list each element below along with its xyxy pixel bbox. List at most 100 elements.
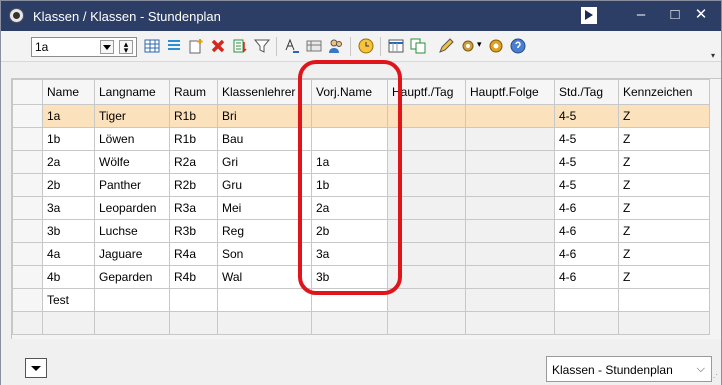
row-indicator[interactable] (12, 219, 43, 243)
copy-icon[interactable] (410, 38, 426, 54)
column-header-std-tag[interactable]: Std./Tag (554, 79, 619, 105)
table-row[interactable]: 1b Löwen R1b Bau 4-5 Z (12, 127, 710, 151)
row-indicator[interactable] (12, 288, 43, 312)
cell-langname[interactable] (94, 288, 170, 312)
row-indicator[interactable] (12, 104, 43, 128)
cell-kennzeichen[interactable]: Z (618, 150, 710, 174)
text-format-icon[interactable] (284, 38, 300, 54)
cell-langname[interactable]: Luchse (94, 219, 170, 243)
cell-hauptf-folge[interactable] (465, 104, 555, 128)
filter-icon[interactable] (254, 38, 270, 54)
cell-raum[interactable] (169, 288, 218, 312)
options-dropdown-button[interactable] (25, 358, 47, 378)
table-row[interactable]: 3b Luchse R3b Reg 2b 4-6 Z (12, 219, 710, 243)
cell-std-tag[interactable]: 4-5 (554, 173, 619, 197)
cell-langname[interactable]: Leoparden (94, 196, 170, 220)
cell-std-tag[interactable]: 4-5 (554, 104, 619, 128)
cell-langname[interactable]: Löwen (94, 127, 170, 151)
cell-hauptf-tag[interactable] (387, 104, 466, 128)
cell-raum[interactable]: R3a (169, 196, 218, 220)
cell-raum[interactable]: R2b (169, 173, 218, 197)
cell-hauptf-folge[interactable] (465, 265, 555, 289)
table-settings-icon[interactable] (306, 38, 322, 54)
cell-kennzeichen[interactable] (618, 288, 710, 312)
column-header-kennzeichen[interactable]: Kennzeichen (618, 79, 710, 105)
sort-icon[interactable] (232, 38, 248, 54)
cell-hauptf-tag[interactable] (387, 219, 466, 243)
cell-name[interactable]: Test (42, 288, 95, 312)
class-selector[interactable]: 1a ▴ ▾ (31, 37, 137, 57)
cell-raum[interactable]: R4b (169, 265, 218, 289)
stepper-icon[interactable]: ▴ ▾ (119, 40, 133, 55)
table-row[interactable]: 3a Leoparden R3a Mei 2a 4-6 Z (12, 196, 710, 220)
cell-name[interactable]: 2a (42, 150, 95, 174)
cell-hauptf-folge[interactable] (465, 242, 555, 266)
table-row[interactable]: 2b Panther R2b Gru 1b 4-5 Z (12, 173, 710, 197)
cell-name[interactable]: 1b (42, 127, 95, 151)
cell-klassenlehrer[interactable]: Bri (217, 104, 312, 128)
cell-hauptf-tag[interactable] (387, 150, 466, 174)
chevron-down-icon[interactable] (100, 40, 114, 54)
cell-vorj[interactable]: 1b (311, 173, 388, 197)
cell-klassenlehrer[interactable]: Mei (217, 196, 312, 220)
chevron-down-icon[interactable]: ▾ (477, 39, 482, 50)
row-indicator[interactable] (12, 242, 43, 266)
edit-icon[interactable] (438, 38, 454, 54)
cell-kennzeichen[interactable]: Z (618, 127, 710, 151)
cell-hauptf-tag[interactable] (387, 265, 466, 289)
cell-kennzeichen[interactable]: Z (618, 219, 710, 243)
gear-icon[interactable] (488, 38, 504, 54)
settings-dropdown-icon[interactable] (460, 38, 476, 54)
cell-raum[interactable]: R1b (169, 127, 218, 151)
cell-raum[interactable]: R4a (169, 242, 218, 266)
cell-langname[interactable]: Jaguare (94, 242, 170, 266)
cell-langname[interactable]: Tiger (94, 104, 170, 128)
cell-kennzeichen[interactable]: Z (618, 242, 710, 266)
cell-name[interactable]: 3b (42, 219, 95, 243)
cell-vorj[interactable] (311, 288, 388, 312)
cell-name[interactable]: 4a (42, 242, 95, 266)
cell-vorj[interactable]: 3b (311, 265, 388, 289)
column-header-hauptf-folge[interactable]: Hauptf.Folge (465, 79, 555, 105)
column-header-hauptf-tag[interactable]: Hauptf./Tag (387, 79, 466, 105)
row-indicator[interactable] (12, 173, 43, 197)
row-indicator[interactable] (12, 150, 43, 174)
cell-langname[interactable]: Wölfe (94, 150, 170, 174)
column-header-name[interactable]: Name (42, 79, 95, 105)
table-row[interactable]: 1a Tiger R1b Bri 4-5 Z (12, 104, 710, 128)
cell-hauptf-folge[interactable] (465, 196, 555, 220)
list-view-icon[interactable] (166, 38, 182, 54)
cell-hauptf-tag[interactable] (387, 288, 466, 312)
delete-icon[interactable] (210, 38, 226, 54)
cell-raum[interactable]: R2a (169, 150, 218, 174)
table-row[interactable]: 4a Jaguare R4a Son 3a 4-6 Z (12, 242, 710, 266)
cell-std-tag[interactable]: 4-6 (554, 196, 619, 220)
cell-name[interactable]: 4b (42, 265, 95, 289)
column-header-klassenlehrer[interactable]: Klassenlehrer (217, 79, 312, 105)
cell-name[interactable]: 1a (42, 104, 95, 128)
cell-std-tag[interactable]: 4-6 (554, 242, 619, 266)
cell-langname[interactable]: Panther (94, 173, 170, 197)
cell-klassenlehrer[interactable]: Wal (217, 265, 312, 289)
cell-vorj[interactable]: 3a (311, 242, 388, 266)
cell-hauptf-tag[interactable] (387, 196, 466, 220)
cell-raum[interactable]: R1b (169, 104, 218, 128)
cell-kennzeichen[interactable]: Z (618, 196, 710, 220)
grid-view-icon[interactable] (144, 38, 160, 54)
chevron-down-icon[interactable]: ⌵ (697, 363, 705, 376)
users-icon[interactable] (328, 38, 344, 54)
view-selector[interactable]: Klassen - Stundenplan ⌵ (546, 356, 712, 382)
close-button[interactable]: ✕ (681, 1, 721, 31)
cell-vorj[interactable]: 1a (311, 150, 388, 174)
cell-hauptf-tag[interactable] (387, 242, 466, 266)
new-record-icon[interactable] (188, 38, 204, 54)
cell-std-tag[interactable] (554, 288, 619, 312)
cell-hauptf-folge[interactable] (465, 173, 555, 197)
cell-klassenlehrer[interactable]: Gri (217, 150, 312, 174)
cell-std-tag[interactable]: 4-5 (554, 150, 619, 174)
timetable-icon[interactable] (388, 38, 404, 54)
cell-name[interactable]: 2b (42, 173, 95, 197)
cell-std-tag[interactable]: 4-6 (554, 219, 619, 243)
cell-std-tag[interactable]: 4-5 (554, 127, 619, 151)
row-indicator[interactable] (12, 265, 43, 289)
